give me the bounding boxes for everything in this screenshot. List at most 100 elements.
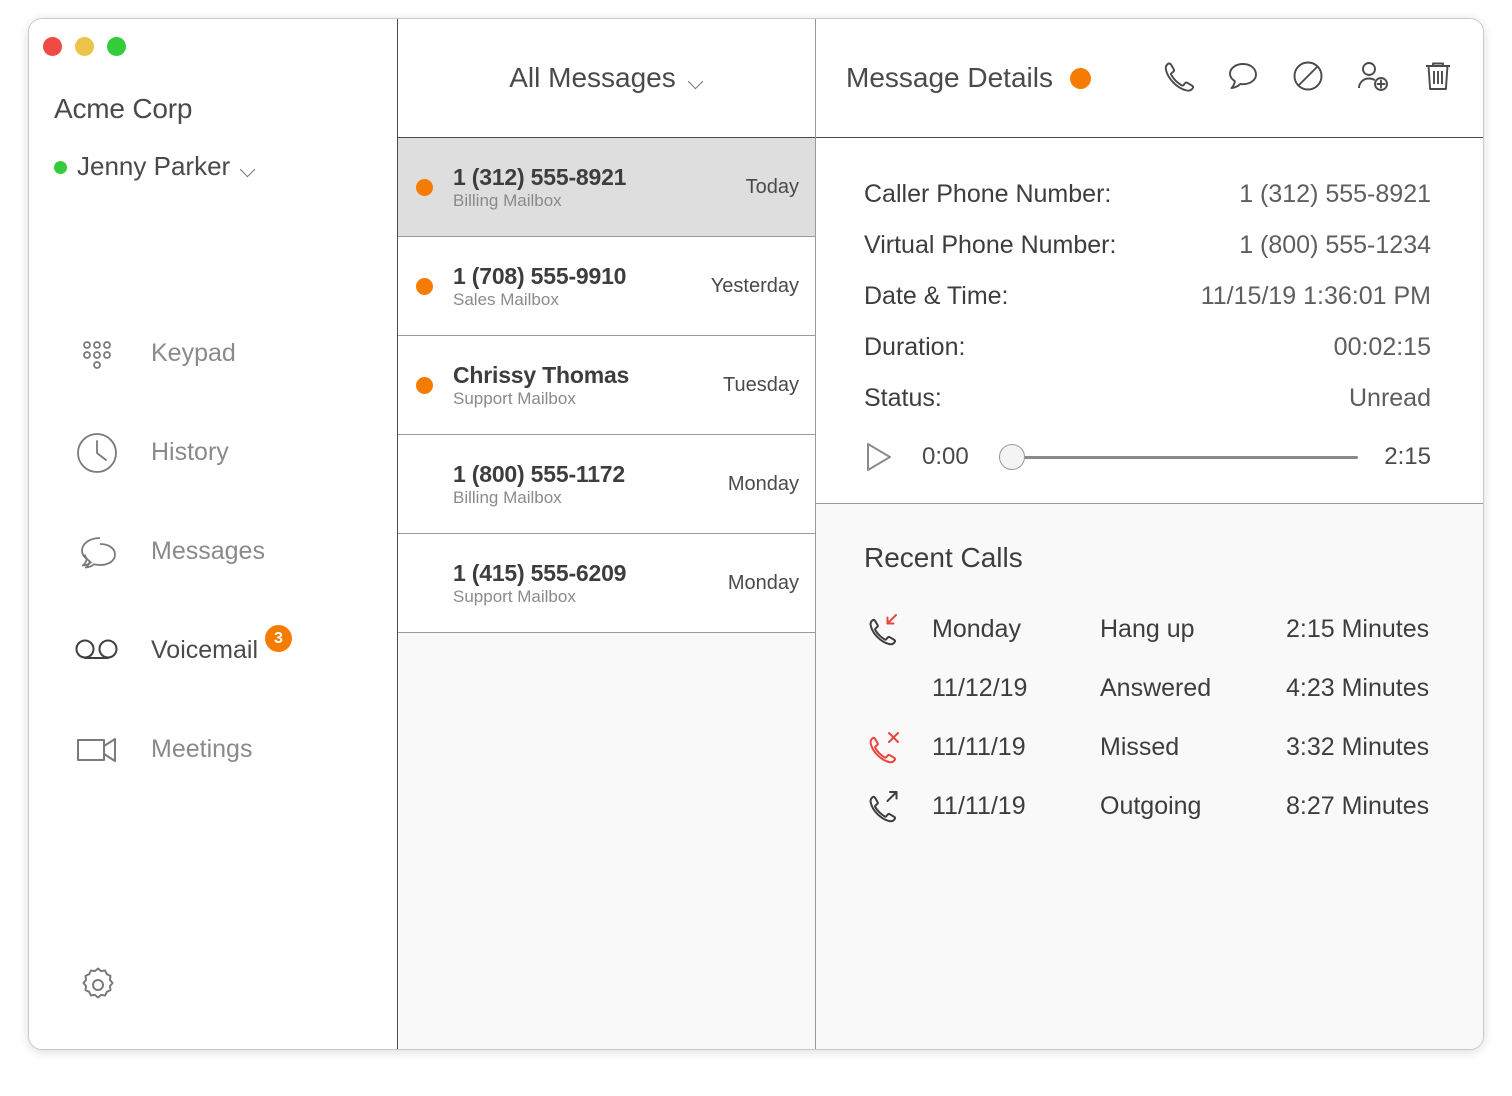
detail-row: Status: Unread (864, 384, 1431, 413)
detail-label: Status: (864, 384, 942, 412)
clock-icon (74, 430, 120, 476)
message-details-title: Message Details (846, 62, 1053, 93)
chevron-down-icon (690, 76, 704, 85)
gear-icon (74, 967, 122, 1013)
recent-call-duration: 2:15 Minutes (1286, 615, 1430, 643)
chat-icon (74, 529, 120, 575)
sidebar-item-label: Messages (151, 537, 265, 565)
recent-call-row[interactable]: 11/11/19 Missed 3:32 Minutes (864, 718, 1431, 777)
recent-call-duration: 3:32 Minutes (1286, 733, 1430, 761)
sidebar-item-label: Meetings (151, 735, 253, 763)
presence-indicator-icon (54, 161, 67, 174)
player-track (998, 455, 1359, 459)
recent-call-row[interactable]: 11/12/19 Answered 4:23 Minutes (864, 659, 1431, 718)
maximize-window-button[interactable] (107, 37, 126, 56)
play-button[interactable] (864, 441, 894, 473)
unread-indicator-icon (416, 277, 433, 295)
message-list-column: All Messages 1 (312) 555-8921 Billing Ma… (398, 19, 816, 1049)
settings-button[interactable] (74, 961, 122, 1009)
sidebar-item-messages[interactable]: Messages (29, 502, 397, 601)
block-icon (1291, 59, 1325, 98)
message-caller: 1 (312) 555-8921 (453, 163, 627, 190)
organization-title: Acme Corp (54, 93, 193, 124)
play-icon (864, 443, 894, 477)
message-caller: 1 (415) 555-6209 (453, 559, 627, 586)
message-caller: 1 (708) 555-9910 (453, 262, 627, 289)
message-list-item[interactable]: 1 (708) 555-9910 Sales Mailbox Yesterday (398, 237, 815, 336)
user-account-selector[interactable]: Jenny Parker (54, 151, 256, 182)
block-button[interactable] (1289, 59, 1327, 97)
chevron-down-icon (242, 164, 256, 173)
message-timestamp: Monday (727, 571, 799, 594)
message-filter-dropdown[interactable]: All Messages (398, 19, 815, 138)
recent-call-status: Outgoing (1100, 792, 1202, 820)
player-total-time: 2:15 (1384, 443, 1431, 470)
player-scrubber-handle[interactable] (998, 444, 1025, 470)
chat-bubble-icon (1226, 59, 1260, 98)
unread-indicator-icon (416, 575, 433, 592)
detail-value: 1 (800) 555-1234 (1239, 231, 1431, 259)
detail-label: Caller Phone Number: (864, 180, 1112, 208)
message-mailbox: Support Mailbox (453, 586, 576, 606)
recent-call-duration: 4:23 Minutes (1286, 674, 1430, 702)
recent-call-row[interactable]: Monday Hang up 2:15 Minutes (864, 600, 1431, 659)
message-list-item[interactable]: 1 (800) 555-1172 Billing Mailbox Monday (398, 435, 815, 534)
close-window-button[interactable] (43, 37, 62, 56)
message-mailbox: Billing Mailbox (453, 487, 562, 507)
message-caller: 1 (800) 555-1172 (453, 460, 625, 487)
voicemail-icon (74, 628, 120, 674)
message-timestamp: Tuesday (723, 373, 799, 396)
recent-calls-section: Recent Calls Monday Hang up 2:15 Minutes… (816, 504, 1483, 1049)
window-traffic-lights (43, 37, 126, 56)
message-mailbox: Billing Mailbox (453, 190, 562, 210)
recent-calls-title: Recent Calls (864, 542, 1023, 573)
sidebar-item-history[interactable]: History (29, 403, 397, 502)
message-list-item[interactable]: 1 (415) 555-6209 Support Mailbox Monday (398, 534, 815, 633)
delete-button[interactable] (1419, 59, 1457, 97)
recent-call-row[interactable]: 11/11/19 Outgoing 8:27 Minutes (864, 777, 1431, 836)
message-list-item[interactable]: 1 (312) 555-8921 Billing Mailbox Today (398, 138, 815, 237)
unread-status-icon (1069, 67, 1091, 89)
message-list-empty-area (398, 633, 815, 1049)
add-user-icon (1355, 59, 1391, 98)
recent-call-date: Monday (932, 615, 1021, 643)
sidebar-item-voicemail[interactable]: Voicemail 3 (29, 601, 397, 700)
minimize-window-button[interactable] (75, 37, 94, 56)
missed-call-icon (864, 728, 908, 768)
add-contact-button[interactable] (1354, 59, 1392, 97)
recent-call-date: 11/11/19 (932, 733, 1026, 761)
recent-call-date: 11/12/19 (932, 674, 1028, 702)
trash-icon (1422, 59, 1454, 98)
call-button[interactable] (1159, 59, 1197, 97)
recent-call-status: Answered (1100, 674, 1212, 702)
message-caller: Chrissy Thomas (453, 361, 630, 388)
message-mailbox: Sales Mailbox (453, 289, 559, 309)
keypad-icon (74, 331, 120, 377)
detail-value: 11/15/19 1:36:01 PM (1200, 282, 1431, 310)
message-timestamp: Monday (727, 472, 799, 495)
sidebar-item-meetings[interactable]: Meetings (29, 700, 397, 799)
video-icon (74, 727, 120, 773)
sidebar-item-label: Keypad (151, 339, 236, 367)
sidebar-item-label: Voicemail 3 (151, 625, 292, 665)
player-seek-slider[interactable] (998, 444, 1359, 470)
message-list-item[interactable]: Chrissy Thomas Support Mailbox Tuesday (398, 336, 815, 435)
unread-indicator-icon (416, 178, 433, 196)
detail-value: 00:02:15 (1333, 333, 1431, 361)
unread-indicator-icon (416, 376, 433, 394)
detail-row: Date & Time: 11/15/19 1:36:01 PM (864, 282, 1431, 311)
sidebar: Acme Corp Jenny Parker Keypad History Me… (29, 19, 398, 1049)
detail-label: Virtual Phone Number: (864, 231, 1117, 259)
message-timestamp: Yesterday (710, 274, 799, 297)
detail-row: Duration: 00:02:15 (864, 333, 1431, 362)
detail-row: Virtual Phone Number: 1 (800) 555-1234 (864, 231, 1431, 260)
message-details-header: Message Details (816, 19, 1483, 138)
sidebar-item-keypad[interactable]: Keypad (29, 304, 397, 403)
message-button[interactable] (1224, 59, 1262, 97)
user-name-label: Jenny Parker (77, 151, 231, 181)
app-window: Acme Corp Jenny Parker Keypad History Me… (28, 18, 1484, 1050)
message-filter-label: All Messages (509, 62, 676, 93)
detail-row: Caller Phone Number: 1 (312) 555-8921 (864, 180, 1431, 209)
player-elapsed-time: 0:00 (922, 443, 969, 470)
detail-label: Date & Time: (864, 282, 1009, 310)
